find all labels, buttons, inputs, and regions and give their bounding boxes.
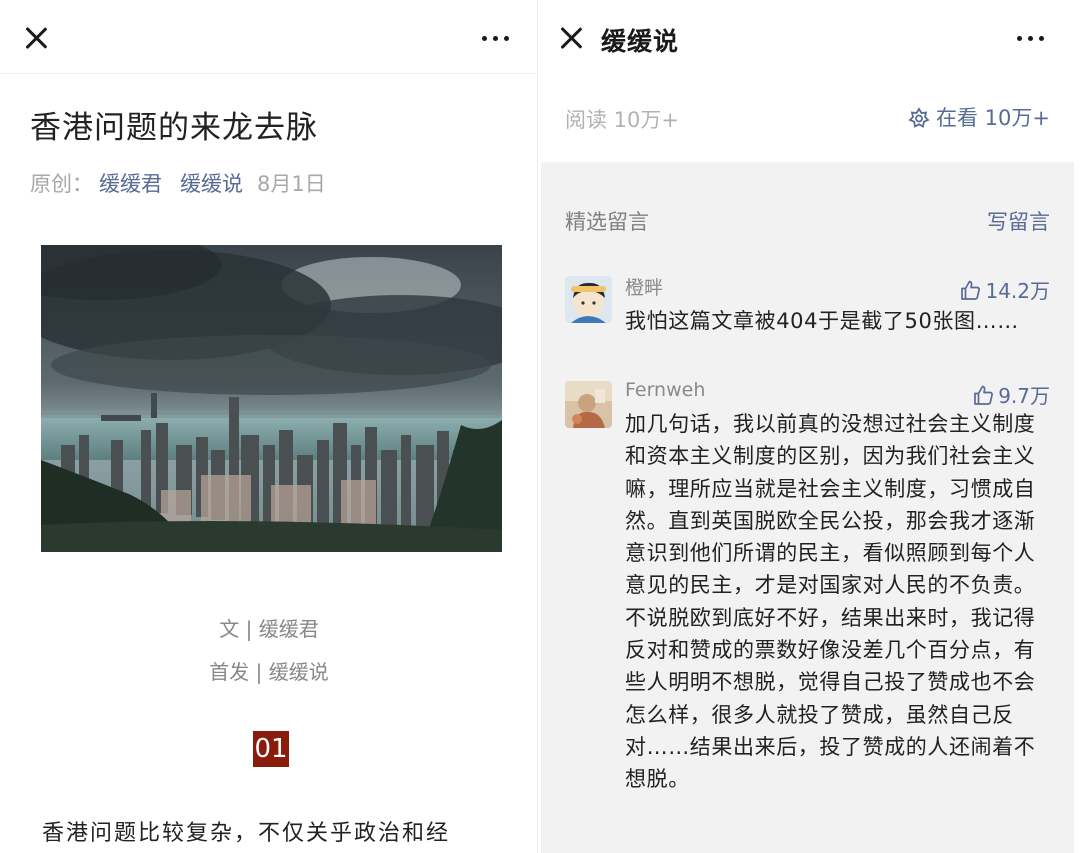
close-icon[interactable] — [559, 26, 583, 50]
avatar[interactable] — [565, 381, 612, 428]
watching-button[interactable]: 在看 10万+ — [908, 102, 1050, 132]
comment-author: 橙畔 — [625, 277, 664, 299]
featured-comments-title: 精选留言 — [565, 210, 649, 234]
comment-text: 我怕这篇文章被404于是截了50张图…… — [625, 309, 1019, 333]
like-count: 14.2万 — [985, 279, 1050, 303]
featured-comments: 精选留言 写留言 橙畔 14.2万 我怕这篇文章被404于是截了50张图…… F… — [541, 162, 1074, 853]
article-title: 香港问题的来龙去脉 — [30, 110, 318, 146]
article-stats: 阅读 10万+ 在看 10万+ — [541, 74, 1080, 162]
flower-icon — [908, 107, 930, 128]
like-button[interactable]: 9.7万 — [972, 380, 1050, 409]
comments-top-bar: 缓缓说 — [541, 0, 1080, 74]
read-count: 阅读 10万+ — [565, 108, 679, 132]
comment-author: Fernweh — [625, 379, 706, 401]
article-top-bar — [0, 0, 537, 74]
publish-date: 8月1日 — [257, 172, 326, 196]
comments-pane: 缓缓说 阅读 10万+ 在看 10万+ 精选留言 写留言 橙畔 14.2万 我怕… — [541, 0, 1080, 853]
author-link[interactable]: 缓缓君 — [99, 172, 162, 196]
like-button[interactable]: 14.2万 — [959, 275, 1050, 304]
like-count: 9.7万 — [998, 384, 1050, 408]
thumbs-up-icon — [961, 280, 981, 300]
avatar[interactable] — [565, 276, 612, 323]
section-number-badge: 01 — [253, 731, 289, 767]
comment-text: 加几句话，我以前真的没想过社会主义制度和资本主义制度的区别，因为我们社会主义嘛，… — [625, 412, 1036, 792]
close-icon[interactable] — [24, 26, 48, 50]
account-link[interactable]: 缓缓说 — [180, 172, 243, 196]
article-meta: 原创： 缓缓君 缓缓说 8月1日 — [30, 168, 326, 198]
original-label: 原创： — [30, 172, 93, 196]
more-icon[interactable] — [1017, 36, 1047, 42]
more-icon[interactable] — [482, 36, 512, 42]
cover-photo — [41, 245, 502, 552]
writer-credit: 文 | 缓缓君 — [219, 617, 319, 641]
thumbs-up-icon — [974, 385, 994, 405]
write-comment-button[interactable]: 写留言 — [987, 206, 1050, 236]
account-name: 缓缓说 — [601, 27, 680, 56]
watching-count: 在看 10万+ — [936, 106, 1050, 130]
article-body-text: 香港问题比较复杂，不仅关乎政治和经 — [42, 821, 451, 846]
article-pane: 香港问题的来龙去脉 原创： 缓缓君 缓缓说 8月1日 文 | 缓缓君 首发 | … — [0, 0, 538, 853]
first-published-credit: 首发 | 缓缓说 — [209, 660, 329, 684]
